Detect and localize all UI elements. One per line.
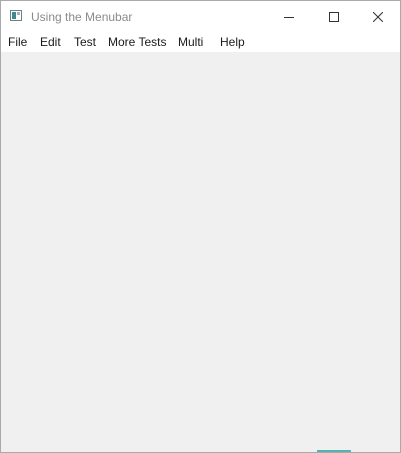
window-title: Using the Menubar (31, 10, 133, 24)
close-icon (373, 11, 383, 22)
app-window: Using the Menubar File Edit Test More Te… (0, 0, 401, 453)
menu-help[interactable]: Help (220, 35, 245, 49)
maximize-icon (329, 11, 339, 22)
accent-strip (317, 450, 351, 452)
title-bar[interactable]: Using the Menubar (1, 1, 400, 32)
minimize-button[interactable] (266, 1, 312, 32)
client-area (1, 52, 400, 452)
menu-test[interactable]: Test (74, 35, 96, 49)
menu-file[interactable]: File (8, 35, 27, 49)
menu-edit[interactable]: Edit (40, 35, 61, 49)
minimize-icon (284, 16, 294, 18)
menu-multi[interactable]: Multi (178, 35, 203, 49)
maximize-button[interactable] (311, 1, 357, 32)
menu-more-tests[interactable]: More Tests (108, 35, 166, 49)
menu-bar: File Edit Test More Tests Multi Help (1, 32, 400, 52)
app-window-icon[interactable] (10, 10, 22, 21)
close-button[interactable] (355, 1, 400, 32)
